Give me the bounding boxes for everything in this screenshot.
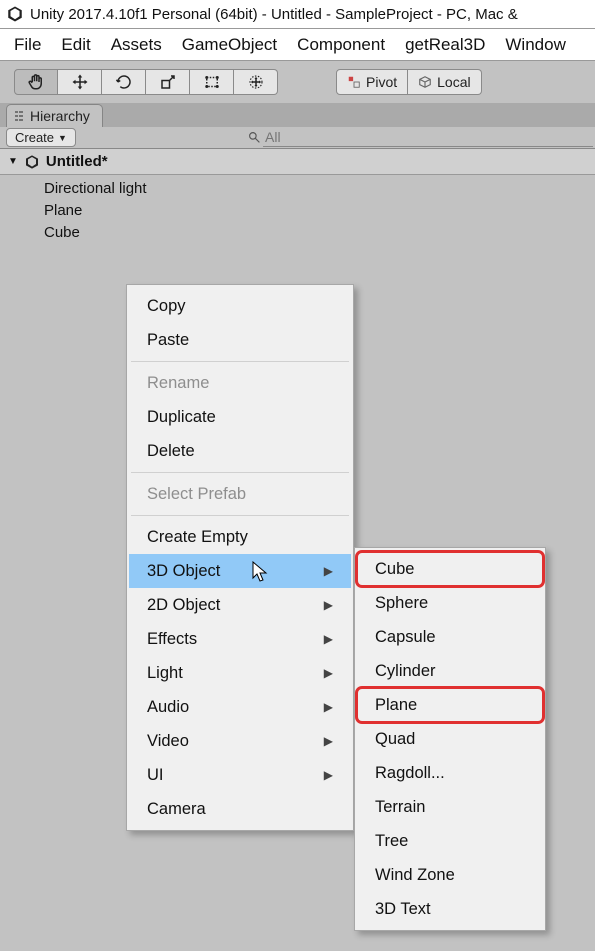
submenu-arrow-icon: ▶	[324, 598, 333, 612]
menu-file[interactable]: File	[4, 31, 51, 59]
pivot-local-group: Pivot Local	[336, 69, 482, 95]
menubar: File Edit Assets GameObject Component ge…	[0, 29, 595, 61]
submenu-arrow-icon: ▶	[324, 700, 333, 714]
menu-component[interactable]: Component	[287, 31, 395, 59]
menu-getreal3d[interactable]: getReal3D	[395, 31, 495, 59]
ctx-separator	[131, 515, 349, 516]
window-titlebar: Unity 2017.4.10f1 Personal (64bit) - Unt…	[0, 0, 595, 29]
move-tool-button[interactable]	[58, 69, 102, 95]
scale-tool-button[interactable]	[146, 69, 190, 95]
submenu-arrow-icon: ▶	[324, 666, 333, 680]
sub-cube[interactable]: Cube	[357, 552, 543, 586]
sub-ragdoll[interactable]: Ragdoll...	[357, 756, 543, 790]
ctx-2d-object[interactable]: 2D Object▶	[129, 588, 351, 622]
ctx-separator	[131, 472, 349, 473]
ctx-select-prefab: Select Prefab	[129, 477, 351, 511]
pivot-label: Pivot	[366, 74, 397, 90]
submenu-arrow-icon: ▶	[324, 632, 333, 646]
hierarchy-tab-label: Hierarchy	[30, 108, 90, 124]
sub-wind-zone[interactable]: Wind Zone	[357, 858, 543, 892]
rotate-tool-button[interactable]	[102, 69, 146, 95]
scene-header[interactable]: ▼ Untitled*	[0, 149, 595, 175]
sub-capsule[interactable]: Capsule	[357, 620, 543, 654]
hierarchy-toolbar: Create ▼	[0, 127, 595, 149]
sub-quad[interactable]: Quad	[357, 722, 543, 756]
local-label: Local	[437, 74, 470, 90]
transform-tool-button[interactable]	[234, 69, 278, 95]
scene-name: Untitled*	[46, 153, 108, 170]
ctx-effects[interactable]: Effects▶	[129, 622, 351, 656]
hierarchy-list: Directional light Plane Cube	[0, 175, 595, 244]
toolbar: Pivot Local	[0, 61, 595, 103]
pivot-icon	[347, 75, 361, 89]
hierarchy-item[interactable]: Plane	[44, 200, 595, 222]
ctx-ui[interactable]: UI▶	[129, 758, 351, 792]
hand-tool-button[interactable]	[14, 69, 58, 95]
hierarchy-search	[248, 129, 593, 147]
sub-cylinder[interactable]: Cylinder	[357, 654, 543, 688]
window-title: Unity 2017.4.10f1 Personal (64bit) - Unt…	[30, 6, 518, 23]
hierarchy-icon	[13, 110, 25, 122]
submenu-arrow-icon: ▶	[324, 564, 333, 578]
submenu-arrow-icon: ▶	[324, 768, 333, 782]
search-icon	[248, 131, 261, 144]
hierarchy-tab[interactable]: Hierarchy	[6, 104, 103, 127]
local-icon	[418, 75, 432, 89]
menu-window[interactable]: Window	[495, 31, 575, 59]
rect-tool-button[interactable]	[190, 69, 234, 95]
unity-scene-icon	[24, 154, 40, 170]
3d-object-submenu: Cube Sphere Capsule Cylinder Plane Quad …	[354, 547, 546, 931]
unity-logo-icon	[6, 5, 24, 23]
pivot-toggle[interactable]: Pivot	[336, 69, 408, 95]
ctx-3d-object[interactable]: 3D Object▶	[129, 554, 351, 588]
ctx-create-empty[interactable]: Create Empty	[129, 520, 351, 554]
sub-sphere[interactable]: Sphere	[357, 586, 543, 620]
submenu-arrow-icon: ▶	[324, 734, 333, 748]
dropdown-triangle-icon: ▼	[58, 133, 67, 143]
ctx-duplicate[interactable]: Duplicate	[129, 400, 351, 434]
menu-gameobject[interactable]: GameObject	[172, 31, 287, 59]
create-dropdown[interactable]: Create ▼	[6, 128, 76, 147]
transform-tool-group	[14, 69, 278, 95]
ctx-light[interactable]: Light▶	[129, 656, 351, 690]
panel-tab-row: Hierarchy	[0, 103, 595, 127]
ctx-copy[interactable]: Copy	[129, 289, 351, 323]
menu-assets[interactable]: Assets	[101, 31, 172, 59]
sub-tree[interactable]: Tree	[357, 824, 543, 858]
sub-plane[interactable]: Plane	[357, 688, 543, 722]
foldout-triangle-icon[interactable]: ▼	[8, 156, 18, 167]
hierarchy-context-menu: Copy Paste Rename Duplicate Delete Selec…	[126, 284, 354, 831]
ctx-camera[interactable]: Camera	[129, 792, 351, 826]
sub-terrain[interactable]: Terrain	[357, 790, 543, 824]
local-toggle[interactable]: Local	[408, 69, 481, 95]
menu-edit[interactable]: Edit	[51, 31, 100, 59]
ctx-paste[interactable]: Paste	[129, 323, 351, 357]
search-input[interactable]	[263, 129, 593, 147]
hierarchy-item[interactable]: Directional light	[44, 178, 595, 200]
ctx-delete[interactable]: Delete	[129, 434, 351, 468]
create-label: Create	[15, 130, 54, 145]
hierarchy-item[interactable]: Cube	[44, 222, 595, 244]
ctx-rename: Rename	[129, 366, 351, 400]
ctx-separator	[131, 361, 349, 362]
ctx-audio[interactable]: Audio▶	[129, 690, 351, 724]
ctx-video[interactable]: Video▶	[129, 724, 351, 758]
sub-3d-text[interactable]: 3D Text	[357, 892, 543, 926]
